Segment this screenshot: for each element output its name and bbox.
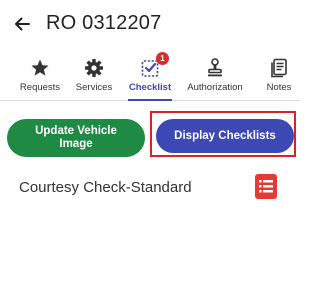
back-button[interactable] xyxy=(8,10,36,38)
tab-authorization-label: Authorization xyxy=(187,82,243,93)
checklist-item-label: Courtesy Check-Standard xyxy=(19,179,192,196)
tab-authorization[interactable]: Authorization xyxy=(184,52,246,100)
checklist-badge: 1 xyxy=(156,52,169,65)
tab-services[interactable]: Services xyxy=(73,52,115,100)
highlight-box xyxy=(150,111,296,157)
tab-bar: Requests Services 1 Checklist Authorizat… xyxy=(0,52,300,101)
tab-services-label: Services xyxy=(75,82,113,93)
tab-notes[interactable]: Notes xyxy=(262,52,296,100)
notes-icon xyxy=(271,58,287,78)
update-vehicle-image-button[interactable]: Update Vehicle Image xyxy=(7,119,145,157)
app-header: RO 0312207 xyxy=(0,0,300,50)
tab-notes-label: Notes xyxy=(266,82,292,93)
back-arrow-icon xyxy=(15,17,30,31)
page-title: RO 0312207 xyxy=(46,12,162,34)
tab-requests-label: Requests xyxy=(19,82,61,93)
star-icon xyxy=(31,59,49,76)
list-icon[interactable] xyxy=(255,174,277,199)
list-lines-icon xyxy=(259,180,273,193)
tab-checklist-label: Checklist xyxy=(128,82,172,93)
stamp-icon xyxy=(208,58,222,77)
tab-checklist[interactable]: 1 Checklist xyxy=(128,52,172,101)
active-tab-indicator xyxy=(128,99,172,101)
tab-requests[interactable]: Requests xyxy=(16,52,64,100)
gear-icon xyxy=(85,59,103,77)
